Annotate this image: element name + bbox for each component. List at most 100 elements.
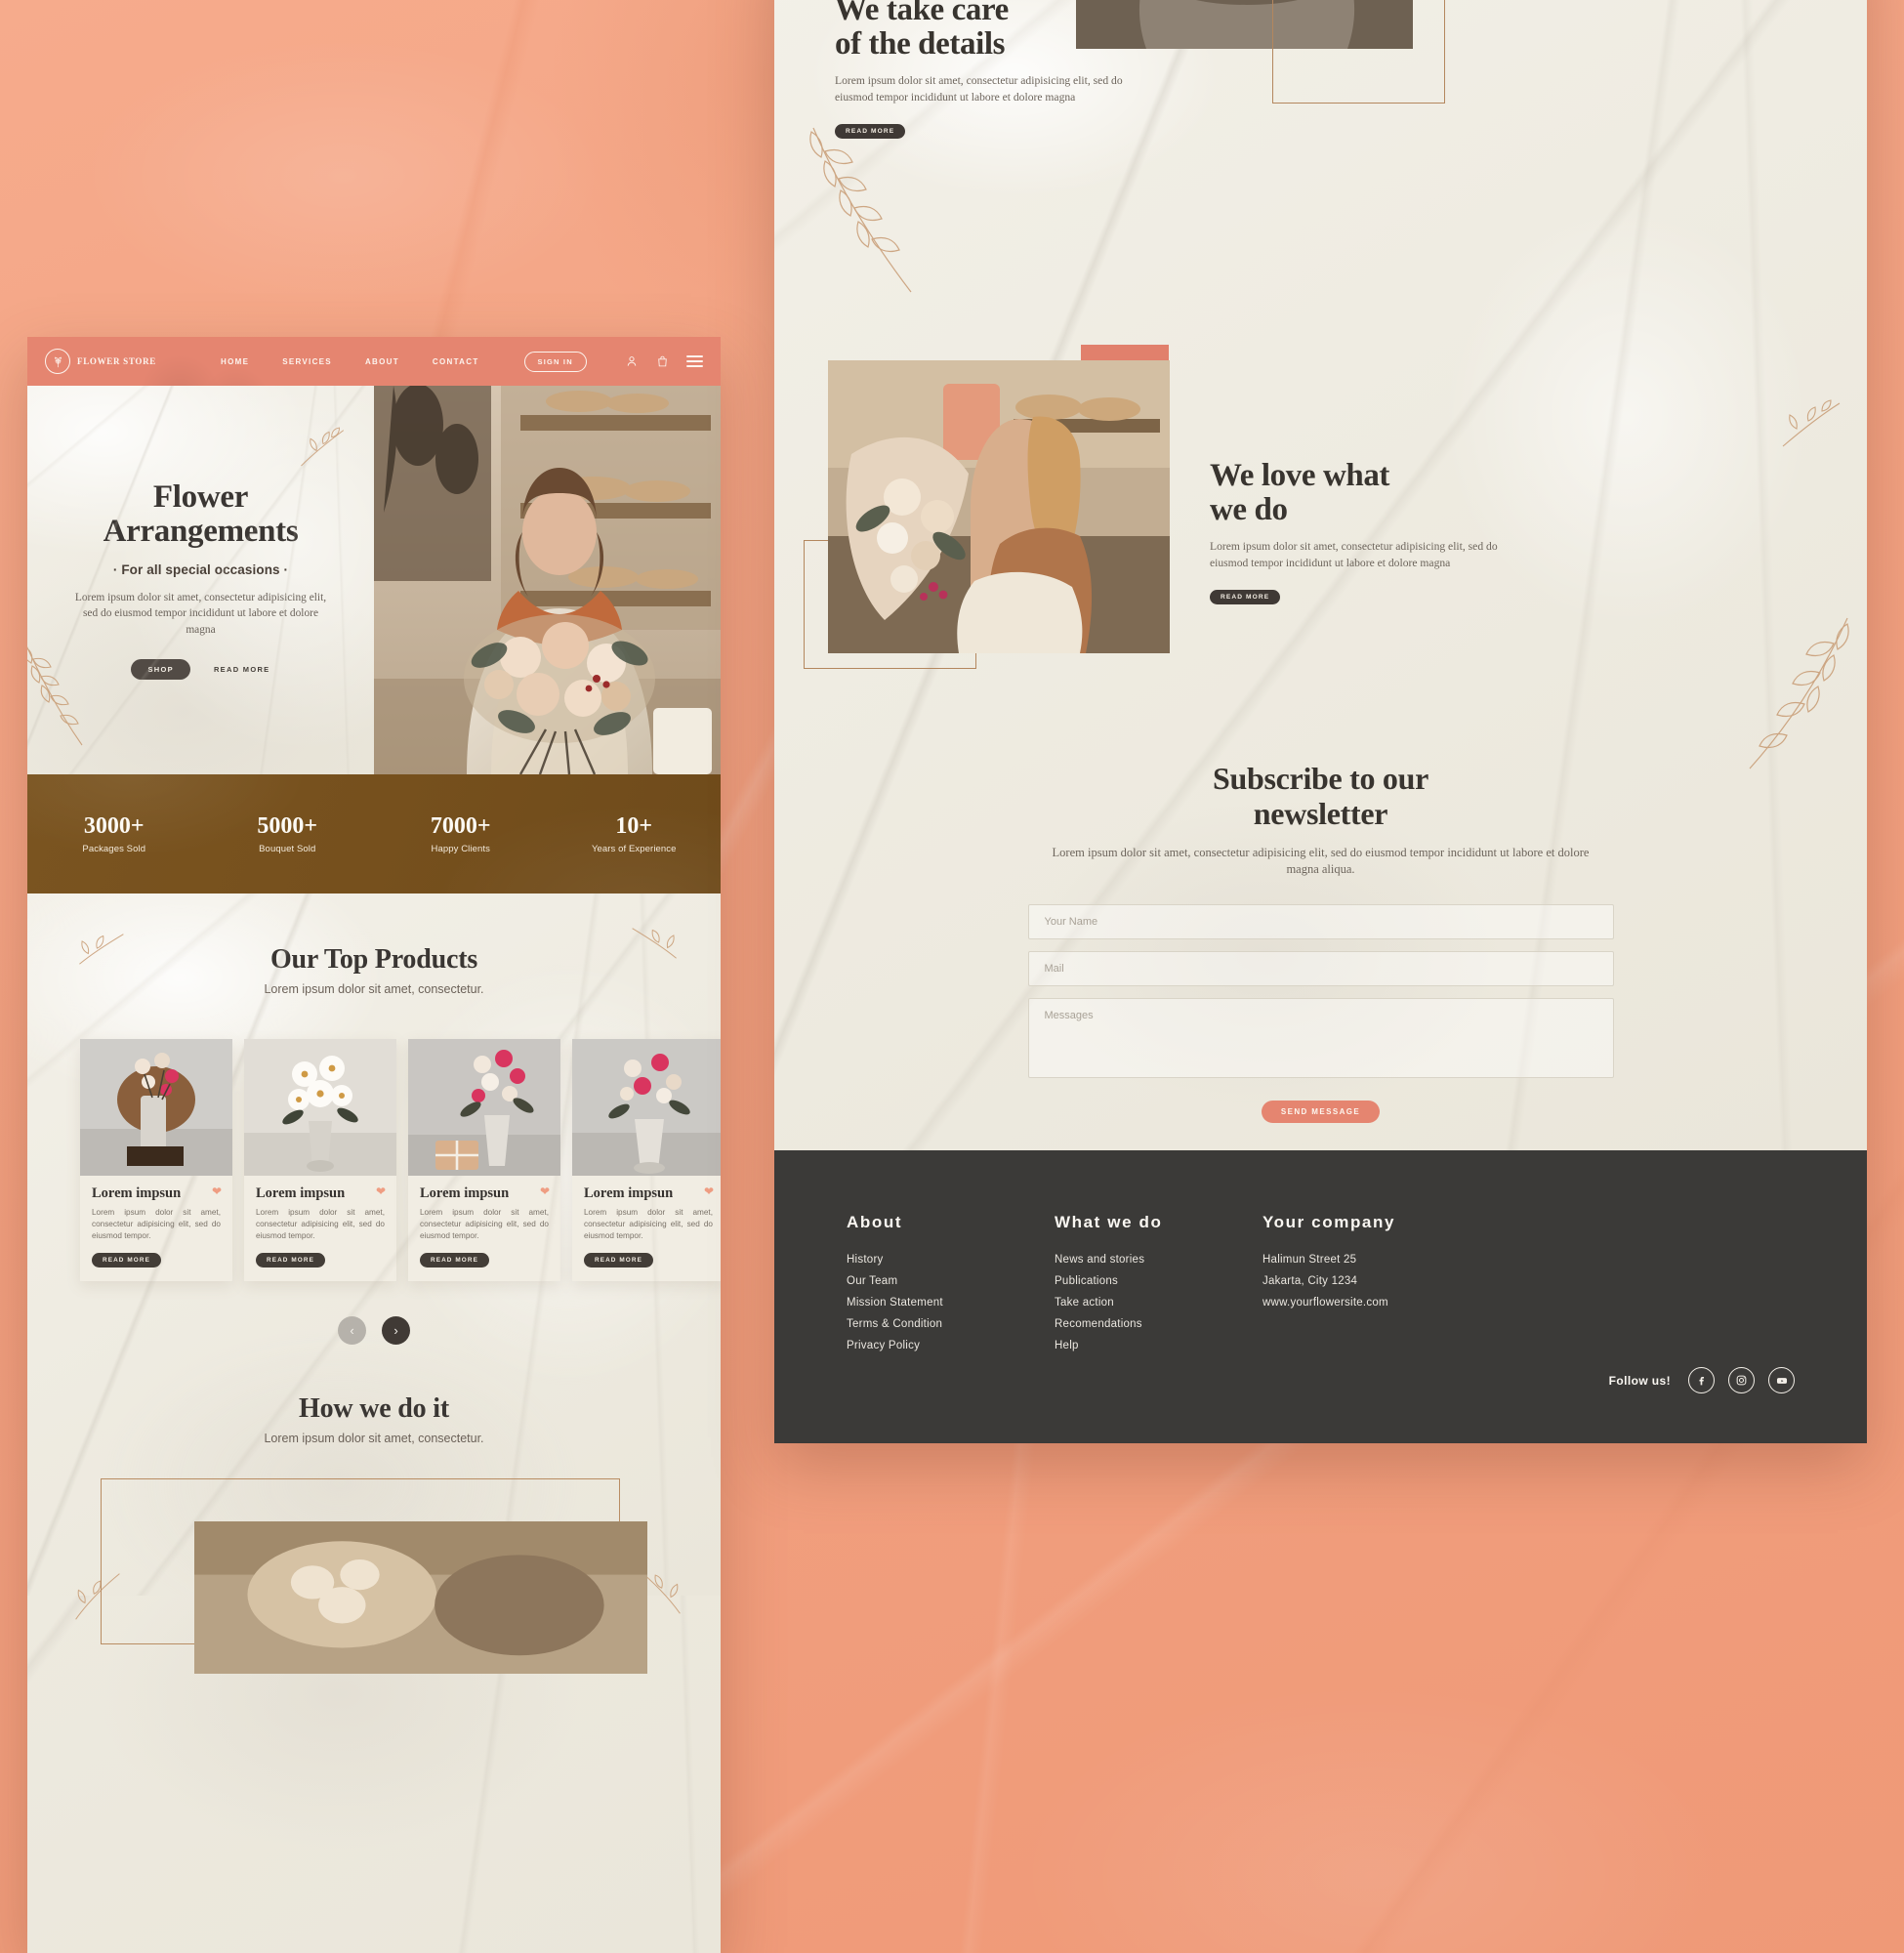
stat-value: 3000+	[83, 812, 145, 839]
footer-link[interactable]: Privacy Policy	[847, 1340, 1055, 1351]
footer-link[interactable]: News and stories	[1055, 1254, 1262, 1266]
fern-branch-icon	[27, 646, 83, 746]
section-title-how: How we do it	[299, 1393, 449, 1425]
product-image	[80, 1039, 232, 1176]
footer-link[interactable]: Publications	[1055, 1275, 1262, 1287]
product-title: Lorem impsun	[256, 1185, 346, 1201]
product-card-body: ❤ Lorem impsun Lorem ipsum dolor sit ame…	[408, 1176, 560, 1281]
user-icon[interactable]	[625, 354, 639, 368]
love-title-line2: we do	[1210, 491, 1288, 527]
love-body: Lorem ipsum dolor sit amet, consectetur …	[1210, 539, 1498, 569]
love-block: We love what we do Lorem ipsum dolor sit…	[1210, 459, 1503, 604]
youtube-icon[interactable]	[1768, 1367, 1795, 1393]
page-title: Flower Arrangements	[103, 479, 299, 550]
newsletter-section: Subscribe to our newsletter Lorem ipsum …	[774, 761, 1867, 1124]
hero-cta-group: SHOP READ MORE	[131, 659, 270, 681]
nav-link-services[interactable]: SERVICES	[282, 357, 332, 366]
footer-address-line: Jakarta, City 1234	[1262, 1275, 1358, 1287]
hero-text-panel: Flower Arrangements · For all special oc…	[27, 386, 374, 774]
footer-column-company: Your company Halimun Street 25 Jakarta, …	[1262, 1213, 1395, 1361]
left-page-mockup: FLOWER STORE HOME SERVICES ABOUT CONTACT…	[27, 337, 721, 1953]
product-read-more-button[interactable]: READ MORE	[256, 1253, 325, 1268]
product-description: Lorem ipsum dolor sit amet, consectetur …	[584, 1208, 713, 1241]
nav-link-about[interactable]: ABOUT	[365, 357, 399, 366]
message-field[interactable]	[1027, 998, 1614, 1079]
follow-us-label: Follow us!	[1608, 1373, 1671, 1388]
product-image	[572, 1039, 721, 1176]
stat-item: 3000+ Packages Sold	[27, 814, 201, 854]
product-description: Lorem ipsum dolor sit amet, consectetur …	[256, 1208, 385, 1241]
product-card[interactable]: ❤ Lorem impsun Lorem ipsum dolor sit ame…	[572, 1039, 721, 1282]
footer-link[interactable]: Take action	[1055, 1297, 1262, 1309]
product-image	[244, 1039, 396, 1176]
footer-link[interactable]: Mission Statement	[847, 1297, 1055, 1309]
product-card-body: ❤ Lorem impsun Lorem ipsum dolor sit ame…	[572, 1176, 721, 1281]
product-card[interactable]: ❤ Lorem impsun Lorem ipsum dolor sit ame…	[408, 1039, 560, 1282]
brand-logo[interactable]: FLOWER STORE	[45, 349, 156, 374]
stat-value: 10+	[615, 812, 653, 839]
nav-link-home[interactable]: HOME	[221, 357, 249, 366]
details-read-more-button[interactable]: READ MORE	[835, 123, 906, 139]
footer-website-link[interactable]: www.yourflowersite.com	[1262, 1297, 1395, 1309]
hero-subtitle: · For all special occasions ·	[112, 561, 289, 577]
heart-icon[interactable]: ❤	[704, 1185, 714, 1197]
footer-link[interactable]: Terms & Condition	[847, 1318, 1055, 1330]
hero-title-line2: Arrangements	[103, 514, 299, 550]
stat-item: 7000+ Happy Clients	[374, 814, 548, 854]
name-field[interactable]	[1027, 904, 1614, 940]
bag-icon[interactable]	[656, 354, 669, 368]
details-decorative-frame	[1272, 0, 1445, 104]
product-read-more-button[interactable]: READ MORE	[420, 1253, 489, 1268]
stat-item: 10+ Years of Experience	[548, 814, 722, 854]
stat-label: Happy Clients	[431, 843, 490, 854]
chevron-left-icon[interactable]: ‹	[338, 1316, 366, 1346]
heart-icon[interactable]: ❤	[540, 1185, 550, 1197]
love-read-more-button[interactable]: READ MORE	[1210, 589, 1281, 604]
newsletter-title-line2: newsletter	[1253, 795, 1388, 831]
brand-name: FLOWER STORE	[77, 356, 157, 366]
how-image-frame	[101, 1478, 647, 1675]
newsletter-body: Lorem ipsum dolor sit amet, consectetur …	[1052, 845, 1590, 877]
heart-icon[interactable]: ❤	[212, 1185, 222, 1197]
footer-columns: About History Our Team Mission Statement…	[847, 1213, 1795, 1361]
footer-link[interactable]: History	[847, 1254, 1055, 1266]
email-field[interactable]	[1027, 951, 1614, 987]
details-body: Lorem ipsum dolor sit amet, consectetur …	[835, 73, 1123, 104]
hero-read-more-link[interactable]: READ MORE	[214, 665, 270, 674]
stat-value: 7000+	[430, 812, 491, 839]
footer-heading: Your company	[1262, 1213, 1396, 1231]
heart-icon[interactable]: ❤	[376, 1185, 386, 1197]
footer-link[interactable]: Help	[1055, 1340, 1262, 1351]
details-title-line2: of the details	[835, 25, 1006, 62]
instagram-icon[interactable]	[1728, 1367, 1755, 1393]
hamburger-menu-icon[interactable]	[686, 355, 703, 367]
right-page-content: We take care of the details Lorem ipsum …	[774, 0, 1867, 1150]
send-message-button[interactable]: SEND MESSAGE	[1261, 1101, 1381, 1124]
footer: About History Our Team Mission Statement…	[774, 1150, 1867, 1443]
product-description: Lorem ipsum dolor sit amet, consectetur …	[420, 1208, 549, 1241]
newsletter-title: Subscribe to our newsletter	[774, 761, 1867, 832]
stat-item: 5000+ Bouquet Sold	[201, 814, 375, 854]
sign-in-button[interactable]: SIGN IN	[523, 351, 587, 372]
shop-button[interactable]: SHOP	[131, 659, 190, 681]
product-read-more-button[interactable]: READ MORE	[584, 1253, 653, 1268]
product-card[interactable]: ❤ Lorem impsun Lorem ipsum dolor sit ame…	[80, 1039, 232, 1282]
leaf-sprig-icon	[1782, 399, 1841, 447]
footer-column-about: About History Our Team Mission Statement…	[847, 1213, 1055, 1361]
footer-link[interactable]: Recomendations	[1055, 1318, 1262, 1330]
chevron-right-icon[interactable]: ›	[382, 1316, 410, 1346]
product-card-list: ❤ Lorem impsun Lorem ipsum dolor sit ame…	[27, 1039, 721, 1282]
product-card[interactable]: ❤ Lorem impsun Lorem ipsum dolor sit ame…	[244, 1039, 396, 1282]
right-page-mockup: We take care of the details Lorem ipsum …	[774, 0, 1867, 1443]
love-photo	[828, 360, 1170, 653]
how-we-do-it-photo	[194, 1521, 647, 1675]
nav-link-contact[interactable]: CONTACT	[433, 357, 479, 366]
product-card-body: ❤ Lorem impsun Lorem ipsum dolor sit ame…	[244, 1176, 396, 1281]
facebook-icon[interactable]	[1688, 1367, 1715, 1393]
footer-link[interactable]: Our Team	[847, 1275, 1055, 1287]
product-read-more-button[interactable]: READ MORE	[92, 1253, 161, 1268]
top-products-section: Our Top Products Lorem ipsum dolor sit a…	[27, 893, 721, 1675]
love-title-line1: We love what	[1210, 458, 1390, 493]
section-title-products: Our Top Products	[269, 944, 478, 975]
hero-section: Flower Arrangements · For all special oc…	[27, 386, 721, 774]
